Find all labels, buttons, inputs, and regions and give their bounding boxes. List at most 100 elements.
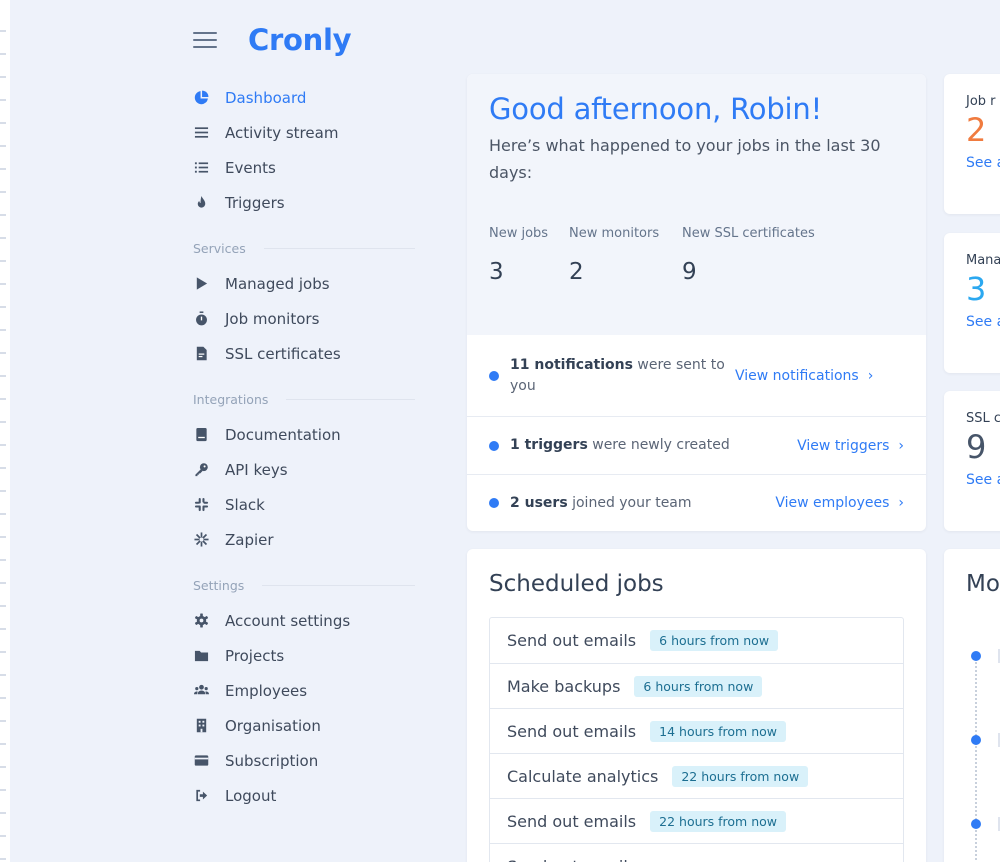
sidebar-item-label: Slack bbox=[225, 495, 265, 514]
sidebar-item-employees[interactable]: Employees bbox=[193, 673, 415, 708]
sidebar-item-events[interactable]: Events bbox=[193, 150, 415, 185]
sidebar-item-label: Subscription bbox=[225, 751, 319, 770]
sidebar-item-job-monitors[interactable]: Job monitors bbox=[193, 301, 415, 336]
edge-tick bbox=[0, 122, 6, 124]
stat-value: 3 bbox=[489, 259, 504, 285]
card-title: Job r bbox=[966, 94, 996, 109]
sidebar-item-activity-stream[interactable]: Activity stream bbox=[193, 115, 415, 150]
stat-new-jobs: New jobs 3 bbox=[489, 226, 569, 285]
stat-label: New monitors bbox=[569, 226, 660, 241]
table-row[interactable]: Send out emails 22 hours from now bbox=[490, 798, 903, 843]
brand-logo[interactable]: Cronly bbox=[248, 23, 352, 57]
table-row[interactable]: Send out emails bbox=[490, 843, 903, 862]
edge-tick bbox=[0, 697, 6, 699]
key-icon bbox=[193, 462, 209, 478]
users-icon bbox=[193, 683, 209, 699]
sidebar-item-ssl-certificates[interactable]: SSL certificates bbox=[193, 336, 415, 371]
sidebar-item-label: SSL certificates bbox=[225, 344, 341, 363]
sidebar-item-label: Zapier bbox=[225, 530, 274, 549]
header: Cronly bbox=[193, 20, 352, 60]
edge-tick bbox=[0, 743, 6, 745]
table-row[interactable]: Make backups 6 hours from now bbox=[490, 663, 903, 708]
sidebar-item-label: Job monitors bbox=[225, 309, 320, 328]
edge-tick bbox=[0, 375, 6, 377]
scheduled-jobs-card: Scheduled jobs Send out emails 6 hours fr… bbox=[467, 549, 926, 862]
card-title: SSL c bbox=[966, 411, 1000, 426]
section-title: Integrations bbox=[193, 391, 269, 407]
card-value: 3 bbox=[966, 270, 987, 308]
hamburger-menu-icon[interactable] bbox=[193, 32, 217, 48]
edge-tick bbox=[0, 237, 6, 239]
sidebar-item-account-settings[interactable]: Account settings bbox=[193, 603, 415, 638]
section-settings: Settings bbox=[193, 557, 415, 603]
sidebar-item-label: Managed jobs bbox=[225, 274, 330, 293]
timeline-dot-icon bbox=[971, 819, 981, 829]
sidebar-item-subscription[interactable]: Subscription bbox=[193, 743, 415, 778]
edge-tick bbox=[0, 467, 6, 469]
greeting-title: Good afternoon, Robin! bbox=[489, 92, 823, 126]
table-row[interactable]: Send out emails 14 hours from now bbox=[490, 708, 903, 753]
chevron-right-icon: › bbox=[867, 367, 874, 384]
edge-tick bbox=[0, 306, 6, 308]
credit-card-icon bbox=[193, 753, 209, 769]
notification-row: 11 notifications were sent to you View n… bbox=[467, 335, 926, 416]
folder-icon bbox=[193, 648, 209, 664]
edge-tick bbox=[0, 76, 6, 78]
section-title: Services bbox=[193, 240, 246, 256]
sidebar-item-organisation[interactable]: Organisation bbox=[193, 708, 415, 743]
chevron-right-icon: › bbox=[898, 437, 904, 454]
pie-chart-icon bbox=[193, 90, 209, 106]
edge-tick bbox=[0, 214, 6, 216]
bullet-dot-icon bbox=[489, 370, 499, 381]
edge-tick bbox=[0, 30, 6, 32]
chevron-right-icon: › bbox=[898, 495, 904, 511]
edge-tick bbox=[0, 421, 6, 423]
view-employees-link[interactable]: View employees › bbox=[775, 495, 904, 511]
stat-label: New jobs bbox=[489, 226, 549, 241]
stat-value: 2 bbox=[569, 259, 584, 285]
sidebar-item-documentation[interactable]: Documentation bbox=[193, 417, 415, 452]
see-all-link[interactable]: See a bbox=[966, 155, 1000, 171]
card-title: Mana bbox=[966, 253, 1000, 268]
bullet-dot-icon bbox=[489, 498, 499, 508]
sidebar-item-label: Employees bbox=[225, 681, 308, 700]
job-name: Send out emails bbox=[507, 811, 637, 831]
edge-tick bbox=[0, 835, 6, 837]
edge-tick bbox=[0, 720, 6, 722]
sidebar-item-label: Dashboard bbox=[225, 88, 307, 107]
sidebar-item-slack[interactable]: Slack bbox=[193, 487, 415, 522]
monitors-title: Mo bbox=[966, 571, 1000, 597]
stat-new-ssl-certificates: New SSL certificates 9 bbox=[682, 226, 842, 285]
sidebar-item-label: Activity stream bbox=[225, 123, 339, 142]
job-name: Send out emails bbox=[507, 721, 637, 741]
edge-tick bbox=[0, 145, 6, 147]
sidebar-item-projects[interactable]: Projects bbox=[193, 638, 415, 673]
edge-tick bbox=[0, 559, 6, 561]
sidebar-item-logout[interactable]: Logout bbox=[193, 778, 415, 813]
slack-icon bbox=[193, 497, 209, 513]
table-row[interactable]: Send out emails 6 hours from now bbox=[490, 618, 903, 663]
sidebar-item-api-keys[interactable]: API keys bbox=[193, 452, 415, 487]
sidebar-item-triggers[interactable]: Triggers bbox=[193, 185, 415, 220]
job-runs-card: Job r 2 See a bbox=[944, 74, 1000, 214]
sidebar: Dashboard Activity stream Events Triggers S… bbox=[193, 80, 415, 813]
time-badge: 14 hours from now bbox=[650, 720, 786, 742]
left-edge-strip bbox=[0, 0, 10, 862]
see-all-link[interactable]: See a bbox=[966, 314, 1000, 330]
time-badge: 22 hours from now bbox=[672, 765, 809, 787]
certificate-icon bbox=[193, 346, 209, 362]
sidebar-item-label: Events bbox=[225, 158, 276, 177]
sidebar-item-zapier[interactable]: Zapier bbox=[193, 522, 415, 557]
view-triggers-link[interactable]: View triggers › bbox=[797, 438, 904, 454]
see-all-link[interactable]: See a bbox=[966, 472, 1000, 488]
sidebar-item-dashboard[interactable]: Dashboard bbox=[193, 80, 415, 115]
sidebar-item-managed-jobs[interactable]: Managed jobs bbox=[193, 266, 415, 301]
view-notifications-link[interactable]: View notifications › bbox=[735, 368, 873, 384]
section-title: Settings bbox=[193, 577, 245, 593]
edge-tick bbox=[0, 812, 6, 814]
time-badge: 6 hours from now bbox=[634, 675, 763, 697]
book-icon bbox=[193, 427, 209, 443]
table-row[interactable]: Calculate analytics 22 hours from now bbox=[490, 753, 903, 798]
stat-value: 9 bbox=[682, 259, 697, 285]
sidebar-item-label: Organisation bbox=[225, 716, 321, 735]
